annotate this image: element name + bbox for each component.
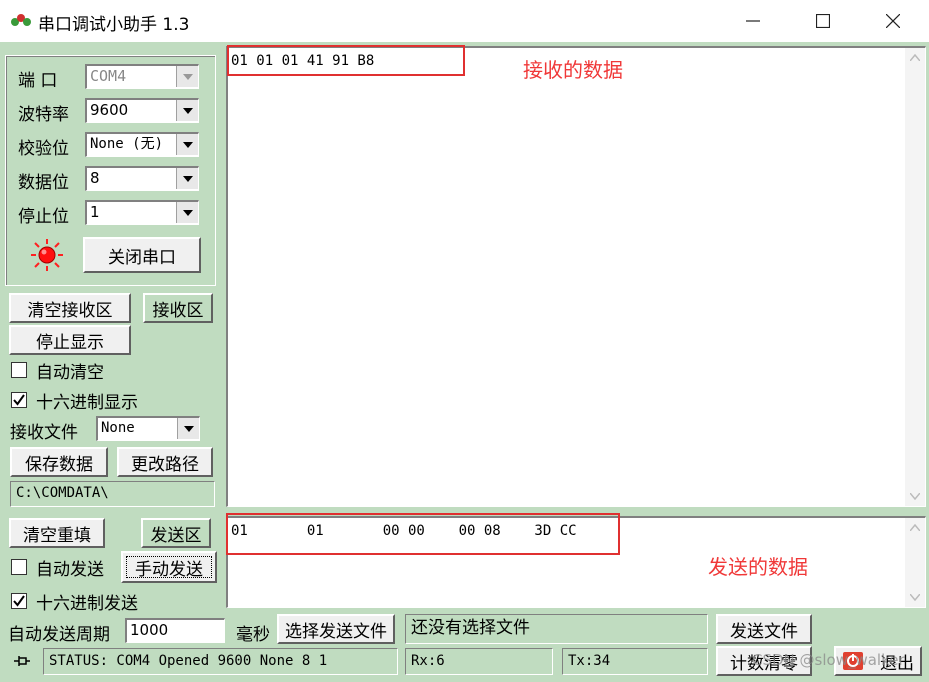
send-scrollbar[interactable] <box>905 518 925 607</box>
pin-icon[interactable] <box>13 653 31 669</box>
chevron-down-icon <box>176 202 198 223</box>
baud-label: 波特率 <box>18 105 69 125</box>
receive-file-label: 接收文件 <box>10 423 78 443</box>
clear-receive-button[interactable]: 清空接收区 <box>9 293 131 323</box>
scroll-up-icon[interactable] <box>910 524 920 531</box>
close-port-button[interactable]: 关闭串口 <box>83 237 201 273</box>
rx-counter: Rx:6 <box>405 648 553 675</box>
receive-file-select[interactable]: None <box>96 416 200 441</box>
stopbits-label: 停止位 <box>18 207 69 227</box>
chevron-down-icon <box>176 100 198 121</box>
title-bar: 串口调试小助手 1.3 <box>0 0 929 42</box>
change-path-button[interactable]: 更改路径 <box>117 447 213 477</box>
receive-area-button[interactable]: 接收区 <box>143 293 213 323</box>
checkmark-icon <box>13 394 25 406</box>
send-period-label: 自动发送周期 <box>8 625 110 645</box>
databits-select[interactable]: 8 <box>85 166 199 191</box>
status-text: STATUS: COM4 Opened 9600 None 8 1 <box>43 648 398 675</box>
chevron-down-icon <box>176 168 198 189</box>
received-data-note: 接收的数据 <box>523 58 623 82</box>
auto-send-checkbox[interactable] <box>11 559 27 575</box>
sent-data-highlight <box>226 513 620 555</box>
receive-textarea[interactable]: 01 01 01 41 91 B8 <box>226 46 926 507</box>
send-file-status: 还没有选择文件 <box>405 614 708 644</box>
close-button[interactable] <box>858 0 928 42</box>
chevron-down-icon <box>177 418 199 439</box>
stopbits-select[interactable]: 1 <box>85 200 199 225</box>
hex-send-label: 十六进制发送 <box>36 594 138 614</box>
stop-display-button[interactable]: 停止显示 <box>9 325 131 355</box>
maximize-icon <box>816 14 830 28</box>
manual-send-button[interactable]: 手动发送 <box>121 551 217 583</box>
app-icon <box>11 14 31 26</box>
clear-send-button[interactable]: 清空重填 <box>9 518 105 548</box>
auto-clear-checkbox[interactable] <box>11 362 27 378</box>
checkmark-icon <box>13 595 25 607</box>
parity-label: 校验位 <box>18 139 69 159</box>
select-send-file-button[interactable]: 选择发送文件 <box>277 614 395 644</box>
scroll-down-icon[interactable] <box>910 493 920 500</box>
port-select[interactable]: COM4 <box>85 64 199 89</box>
ms-label: 毫秒 <box>236 625 270 645</box>
hex-display-label: 十六进制显示 <box>36 393 138 413</box>
baud-select[interactable]: 9600 <box>85 98 199 123</box>
send-file-button[interactable]: 发送文件 <box>716 614 812 644</box>
databits-label: 数据位 <box>18 173 69 193</box>
scroll-up-icon[interactable] <box>910 54 920 61</box>
tx-counter: Tx:34 <box>562 648 708 675</box>
auto-send-label: 自动发送 <box>36 560 104 580</box>
watermark: CSDN @slow_walker <box>752 651 905 669</box>
minimize-icon <box>746 20 760 22</box>
send-period-input[interactable]: 1000 <box>125 618 225 643</box>
received-data-highlight <box>227 45 465 76</box>
minimize-button[interactable] <box>718 0 788 42</box>
scroll-down-icon[interactable] <box>910 594 920 601</box>
port-status-led-icon <box>31 239 63 271</box>
hex-send-checkbox[interactable] <box>11 593 27 609</box>
receive-scrollbar[interactable] <box>905 48 925 506</box>
port-label: 端 口 <box>18 71 58 91</box>
sent-data-note: 发送的数据 <box>708 555 808 579</box>
close-icon <box>886 14 900 28</box>
save-data-button[interactable]: 保存数据 <box>10 447 108 477</box>
auto-clear-label: 自动清空 <box>36 363 104 383</box>
send-area-button[interactable]: 发送区 <box>141 518 211 548</box>
save-path-field: C:\COMDATA\ <box>10 481 215 507</box>
maximize-button[interactable] <box>788 0 858 42</box>
chevron-down-icon <box>176 66 198 87</box>
parity-select[interactable]: None (无) <box>85 132 199 157</box>
main-client-area: 端 口 COM4 波特率 9600 校验位 None (无) 数据位 8 停止位… <box>0 42 929 682</box>
window-title: 串口调试小助手 1.3 <box>38 15 190 35</box>
hex-display-checkbox[interactable] <box>11 392 27 408</box>
chevron-down-icon <box>176 134 198 155</box>
